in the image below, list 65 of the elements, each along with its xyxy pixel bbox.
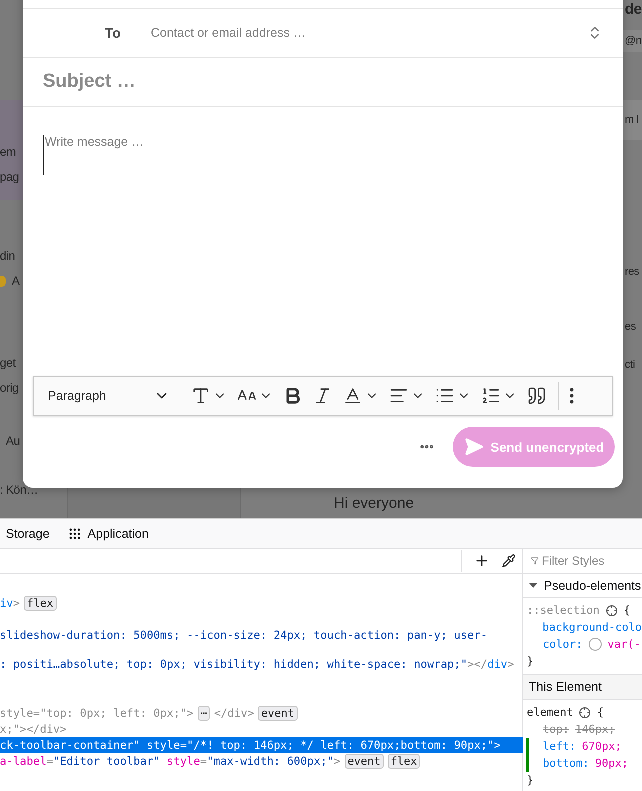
css-property: background-colo	[542, 621, 642, 634]
code-text: : positi…absolute; top: 0px; visibility: hidden; white-space: nowrap;"></div>	[0, 658, 514, 670]
background-text: @n	[623, 30, 642, 52]
quote-icon	[527, 386, 547, 406]
css-selector: element	[527, 706, 574, 719]
code-text: x;"></div>	[0, 722, 67, 736]
css-value: 90px;	[595, 757, 628, 770]
brace: {	[597, 706, 604, 719]
background-text: cti	[624, 358, 636, 373]
eyedropper-button[interactable]	[502, 554, 516, 568]
code-text: slideshow-duration: 5000ms; --icon-size: 24px; touch-action: pan-y; user-	[0, 628, 488, 642]
css-value: 670px;	[582, 740, 622, 753]
target-icon[interactable]	[579, 706, 592, 718]
target-icon[interactable]	[606, 604, 618, 616]
brace: }	[527, 655, 534, 668]
background-text: de	[624, 0, 642, 20]
code-text: style="top: 0px; left: 0px;">	[0, 706, 194, 720]
more-icon	[570, 388, 574, 404]
css-property: bottom:	[543, 757, 590, 770]
background-text: m l	[623, 100, 642, 140]
message-text: Hi everyone	[334, 494, 414, 514]
code-text: a-label="Editor toolbar" style="max-width: 600px;">	[0, 754, 341, 768]
background-text: orig	[0, 380, 19, 397]
grid-icon	[68, 526, 82, 540]
brace: {	[624, 604, 630, 617]
tag-badge[interactable]: event	[344, 754, 384, 768]
emoji-icon	[0, 276, 6, 286]
background-text: Au	[6, 433, 20, 450]
tag-badge[interactable]: flex	[388, 754, 420, 768]
css-property: top:	[543, 723, 570, 736]
numbered-list-icon	[481, 386, 501, 406]
css-property: color:	[543, 638, 583, 651]
devtools-tab[interactable]: Storage	[6, 526, 50, 540]
css-property: left:	[543, 740, 576, 753]
css-selector: ::selection	[527, 604, 600, 617]
code-text: </div>	[214, 706, 254, 720]
background-text: get	[0, 355, 16, 372]
devtools-tab[interactable]: Application	[68, 526, 149, 540]
subject-field[interactable]: Subject …	[23, 58, 623, 107]
background-text: A	[12, 273, 20, 290]
font-icon	[191, 386, 211, 406]
css-value: 146px;	[576, 723, 616, 736]
brace: }	[527, 774, 534, 787]
to-label: To	[105, 25, 122, 41]
color-swatch[interactable]	[588, 638, 602, 651]
background-text: : Kön…	[0, 482, 38, 499]
background-text: din	[0, 248, 16, 265]
code-text: iv>	[0, 596, 20, 610]
font-color-icon	[343, 386, 363, 406]
code-text: ck-toolbar-container" style="/*! top: 146px; */ left: 670px;bottom: 90px;">	[0, 738, 501, 752]
send-icon	[464, 437, 484, 457]
background-text: res	[624, 265, 640, 280]
add-button[interactable]	[474, 553, 490, 569]
section-title: This Element	[523, 675, 642, 700]
background-text: pag	[0, 169, 20, 186]
eyedropper-icon	[502, 554, 516, 568]
heading-dropdown[interactable]: Paragraph	[42, 381, 174, 411]
tag-badge[interactable]: ⋯	[198, 706, 210, 720]
filter-icon	[531, 555, 539, 567]
tag-badge[interactable]: flex	[24, 596, 57, 610]
background-text: es	[624, 320, 638, 335]
plus-icon	[474, 553, 490, 569]
background-text: em	[0, 144, 16, 161]
tag-badge[interactable]: event	[258, 706, 298, 720]
css-value: var(-	[608, 638, 641, 651]
